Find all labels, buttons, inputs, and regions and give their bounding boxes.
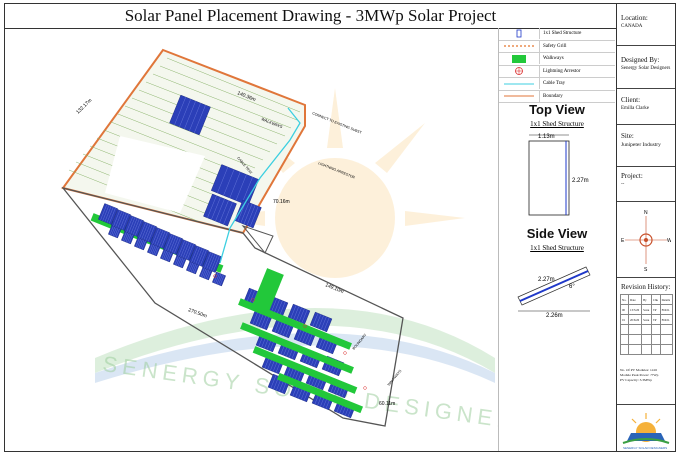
legend-label: Walkways: [543, 56, 564, 62]
client-label: Client:: [621, 96, 641, 104]
project-label: Project:: [621, 172, 643, 180]
site-label: Site:: [621, 132, 634, 140]
dimension-label: 149.10m: [324, 282, 344, 295]
logo-text: SENERGY SOLAR DESIGNERS: [623, 446, 667, 450]
table-cell: 13/5/26: [627, 304, 643, 315]
revision-header: Date: [627, 294, 643, 305]
table-cell: FOOL: [659, 314, 674, 325]
side-view-title: Side View: [526, 226, 588, 241]
page-title: Solar Panel Placement Drawing - 3MWp Sol…: [5, 4, 616, 29]
compass-block: N S E W: [617, 202, 675, 278]
project-value: --: [621, 182, 625, 187]
top-view-diagram: 1.13m 2.27m: [528, 134, 589, 216]
site-block: Site: Junipeter Industry: [617, 125, 675, 167]
project-block: Project: --: [617, 167, 675, 202]
legend-row: Cable Tray: [499, 78, 615, 91]
compass-north: N: [644, 210, 648, 216]
revision-table: No. Date By Chk Details 00 13/5/26 Sonu …: [620, 294, 674, 355]
safety-grill-icon: [499, 40, 540, 52]
side-view-base: 2.26m: [546, 313, 563, 319]
compass-east: E: [621, 238, 625, 244]
top-view-title: Top View: [529, 102, 585, 117]
dimension-label: 60.11m: [379, 401, 395, 407]
table-row: 01 20/6/26 Sonu TP FOOL: [620, 314, 674, 325]
compass-rose-icon: N S E W: [621, 210, 672, 273]
table-cell: Sonu: [641, 314, 652, 325]
designed-by-label: Designed By:: [621, 56, 660, 64]
table-cell: FOOL: [659, 304, 674, 315]
legend-label: 1x1 Shed Structure: [543, 31, 582, 37]
info-column: Location: CANADA Designed By: Senergy So…: [616, 4, 675, 451]
legend-label: Lightning Arrestor: [543, 68, 581, 74]
table-cell: TP: [650, 304, 661, 315]
upper-boundary: [61, 48, 306, 235]
site-plan-area: SENERGY SOLAR DESIGNERS: [5, 28, 539, 451]
spec-line: PV Capacity: 3.3MWp: [620, 378, 653, 382]
legend-label: Safety Grill: [543, 43, 567, 49]
lightning-arrestor-icon: [499, 65, 540, 77]
location-value: CANADA: [621, 24, 643, 29]
cable-tray-icon: [499, 78, 540, 90]
table-cell: 20/6/26: [627, 314, 643, 325]
legend-label: Cable Tray: [543, 81, 566, 87]
legend-column: 1x1 Shed Structure Safety Grill Walkways…: [498, 28, 616, 451]
table-cell: 01: [620, 314, 629, 325]
dimension-label: 70.16m: [273, 199, 290, 205]
site-plan-svg: SENERGY SOLAR DESIGNERS: [61, 48, 539, 437]
walkway-icon: [499, 53, 540, 65]
dimension-label: 270.50m: [187, 307, 207, 319]
table-cell: 00: [620, 304, 629, 315]
legend-row: Walkways: [499, 53, 615, 66]
side-view-subtitle: 1x1 Shed Structure: [530, 244, 584, 252]
table-row: 00 13/5/26 Sonu TP FOOL: [620, 304, 674, 315]
lightning-arrestor-marker: [343, 351, 347, 355]
compass-south: S: [644, 267, 648, 273]
revision-header: No.: [620, 294, 629, 305]
revision-header: By: [641, 294, 652, 305]
side-view-length: 2.27m: [538, 277, 555, 283]
revision-history-label: Revision History:: [621, 283, 671, 291]
location-block: Location: CANADA: [617, 4, 675, 46]
site-value: Junipeter Industry: [621, 142, 661, 148]
top-view-subtitle: 1x1 Shed Structure: [530, 120, 584, 128]
drawing-sheet: Solar Panel Placement Drawing - 3MWp Sol…: [4, 3, 676, 452]
client-block: Client: Emilla Clarke: [617, 89, 675, 125]
panel-block: [212, 271, 226, 287]
top-view-width: 1.13m: [538, 134, 555, 140]
table-cell: TP: [650, 314, 661, 325]
legend-label: Boundary: [543, 93, 563, 99]
designer-block: Designed By: Senergy Solar Designers: [617, 46, 675, 89]
compass-west: W: [667, 238, 671, 244]
company-logo: SENERGY SOLAR DESIGNERS: [622, 413, 670, 450]
side-view-angle: 6°: [569, 284, 575, 290]
legend-table: 1x1 Shed Structure Safety Grill Walkways…: [499, 28, 615, 103]
side-view-diagram: 2.27m 6° 2.26m: [517, 266, 591, 319]
revision-header: Chk: [650, 294, 661, 305]
legend-row: Safety Grill: [499, 40, 615, 53]
revision-header: Details: [659, 294, 674, 305]
boundary-icon: [499, 90, 540, 102]
dimension-label: 132.17m: [75, 98, 93, 116]
shed-structure-icon: [499, 28, 540, 40]
legend-row: Lightning Arrestor: [499, 65, 615, 78]
top-view-height: 2.27m: [572, 178, 589, 184]
location-label: Location:: [621, 14, 648, 22]
revision-header-row: No. Date By Chk Details: [620, 294, 674, 305]
table-cell: Sonu: [641, 304, 652, 315]
client-value: Emilla Clarke: [621, 106, 649, 111]
legend-row: 1x1 Shed Structure: [499, 28, 615, 41]
logo-block: SENERGY SOLAR DESIGNERS: [617, 404, 675, 451]
designed-by-value: Senergy Solar Designers: [621, 66, 671, 71]
